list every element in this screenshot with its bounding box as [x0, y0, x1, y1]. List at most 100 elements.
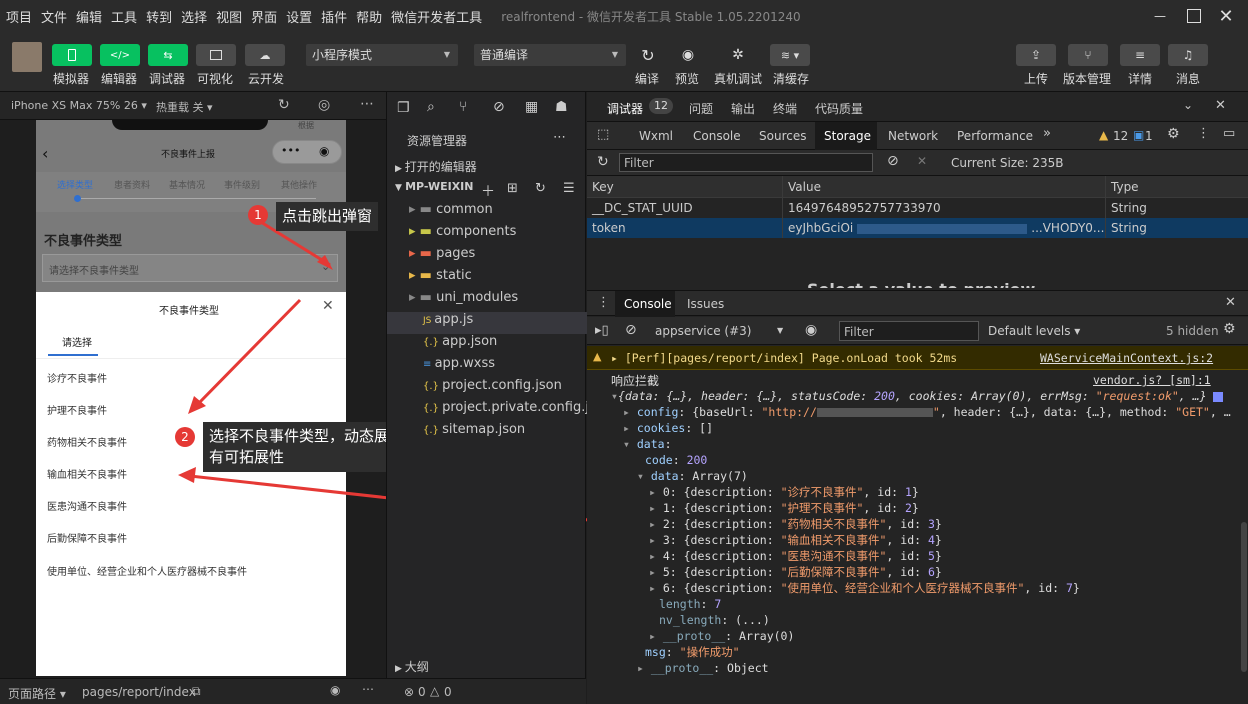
tree-item-app-js[interactable]: JS app.js [387, 312, 587, 334]
sidebar-toggle-icon[interactable]: ▸▯ [595, 323, 609, 338]
info-count: 1 [1145, 129, 1153, 143]
console-object-line[interactable]: ▾{data: {…}, header: {…}, statusCode: 20… [611, 388, 1224, 404]
console-object-line[interactable]: ▾ data: [623, 436, 672, 452]
refresh-icon[interactable]: ↻ [597, 154, 609, 170]
page-path-label[interactable]: 页面路径 ▾ [8, 685, 66, 702]
tree-item-project-private-config[interactable]: {.} project.private.config.js... [387, 400, 587, 422]
kebab-icon[interactable]: ⋮ [1197, 126, 1210, 141]
tab-issues[interactable]: 问题 [689, 100, 713, 117]
close-icon[interactable]: ✕ [1215, 98, 1226, 113]
inspect-icon[interactable]: ⬚ [597, 127, 609, 142]
open-editors-section[interactable]: ▶ 打开的编辑器 [387, 158, 587, 180]
tree-item-project-config[interactable]: {.} project.config.json [387, 378, 587, 400]
table-row[interactable]: token eyJhbGciOi ...VHODY0... String [587, 218, 1248, 238]
clear-icon[interactable]: ✕ [917, 154, 927, 168]
warning-icon[interactable]: △ [430, 684, 439, 698]
chevron-right-icon: ▶ [395, 664, 405, 674]
console-array-item[interactable]: ▸ 5: {description: "后勤保障不良事件", id: 6} [649, 564, 942, 580]
tree-item-label: project.private.config.js... [442, 400, 587, 415]
console-array-item[interactable]: ▸ 0: {description: "诊疗不良事件", id: 1} [649, 484, 919, 500]
console-array-item[interactable]: ▸ 6: {description: "使用单位、经营企业和个人医疗器械不良事件… [649, 580, 1080, 596]
col-value[interactable]: Value [783, 176, 1106, 198]
more-tabs-icon[interactable]: » [1043, 126, 1051, 141]
tab-code-quality[interactable]: 代码质量 [815, 100, 863, 117]
storage-filter-input[interactable]: Filter [619, 153, 873, 172]
perf-source-link[interactable]: WAServiceMainContext.js:2 [1040, 350, 1213, 366]
tab-network[interactable]: Network [888, 129, 938, 143]
console-object-line[interactable]: ▸ config: {baseUrl: "http://", header: {… [623, 404, 1231, 420]
debug-icon[interactable]: ⊘ [493, 99, 505, 115]
row-value: eyJhbGciOi ...VHODY0... [783, 218, 1106, 238]
docker-icon[interactable]: ☗ [555, 99, 568, 115]
table-row[interactable]: __DC_STAT_UUID 16497648952757733970 Stri… [587, 198, 1248, 218]
console-array-item[interactable]: ▸ 1: {description: "护理不良事件", id: 2} [649, 500, 919, 516]
more-icon[interactable]: ⋯ [362, 682, 374, 696]
hidden-count: 5 hidden [1166, 324, 1219, 338]
console-object-line[interactable]: ▸ __proto__: Object [637, 660, 769, 676]
error-icon[interactable]: ⊗ [404, 685, 414, 699]
new-folder-icon[interactable]: ⊞ [507, 181, 518, 196]
console-object-line[interactable]: ▸ cookies: [] [623, 420, 713, 436]
gear-icon[interactable]: ⚙ [1167, 126, 1180, 142]
tab-console[interactable]: Console [693, 129, 741, 143]
intercept-source-link[interactable]: vendor.js? [sm]:1 [1093, 372, 1211, 388]
context-select[interactable]: appservice (#3) ▼ [655, 321, 787, 341]
drawer-tab-issues[interactable]: Issues [687, 297, 724, 311]
gear-icon[interactable]: ⚙ [1223, 321, 1236, 337]
block-icon[interactable]: ⊘ [625, 322, 637, 338]
tree-item-static[interactable]: ▸ ▬ static [387, 268, 587, 290]
tab-debugger[interactable]: 调试器 [607, 100, 643, 117]
tab-output[interactable]: 输出 [731, 100, 755, 117]
console-filter-input[interactable]: Filter [839, 321, 979, 341]
tree-item-label: app.json [442, 334, 498, 349]
more-icon[interactable]: ⋯ [553, 130, 566, 145]
warning-count: 12 [1113, 129, 1129, 143]
tab-terminal[interactable]: 终端 [773, 100, 797, 117]
console-scrollbar[interactable] [1241, 522, 1247, 672]
tree-item-uni-modules[interactable]: ▸ ▬ uni_modules [387, 290, 587, 312]
console-warning-line[interactable]: ▲ ▸ [Perf][pages/report/index] Page.onLo… [587, 346, 1248, 370]
warning-icon: ▲ [593, 350, 602, 363]
drawer-tab-console[interactable]: Console [624, 297, 672, 311]
refresh-icon[interactable]: ↻ [535, 181, 546, 196]
outline-label: 大纲 [404, 660, 429, 674]
eye-icon[interactable]: ◉ [330, 683, 340, 697]
console-array-item[interactable]: ▸ 3: {description: "输血相关不良事件", id: 4} [649, 532, 942, 548]
tree-item-sitemap[interactable]: {.} sitemap.json [387, 422, 587, 444]
extensions-icon[interactable]: ▦ [525, 99, 538, 115]
chevron-down-icon[interactable]: ⌄ [1183, 98, 1193, 112]
new-file-icon[interactable]: ＋ [481, 181, 495, 201]
tab-wxml[interactable]: Wxml [639, 129, 673, 143]
console-object-line[interactable]: ▾ data: Array(7) [637, 468, 748, 484]
search-icon[interactable]: ⌕ [427, 99, 435, 115]
git-icon[interactable]: ⑂ [459, 99, 467, 115]
tree-item-components[interactable]: ▸ ▬ components [387, 224, 587, 246]
block-icon[interactable]: ⊘ [887, 153, 899, 169]
tree-item-app-json[interactable]: {.} app.json [387, 334, 587, 356]
log-levels-select[interactable]: Default levels ▾ [988, 324, 1080, 338]
kebab-icon[interactable]: ⋮ [597, 295, 610, 310]
close-icon[interactable]: ✕ [1225, 295, 1236, 310]
console-array-item[interactable]: ▸ 2: {description: "药物相关不良事件", id: 3} [649, 516, 942, 532]
project-section[interactable]: ▼ MP-WEIXIN ＋ ⊞ ↻ ☰ [387, 180, 587, 202]
tab-performance[interactable]: Performance [957, 129, 1033, 143]
collapse-icon[interactable]: ☰ [563, 181, 575, 196]
tab-sources[interactable]: Sources [759, 129, 806, 143]
tree-item-app-wxss[interactable]: ≡ app.wxss [387, 356, 587, 378]
copy-icon[interactable]: ⧉ [192, 684, 201, 699]
tab-storage[interactable]: Storage [824, 129, 871, 143]
files-icon[interactable]: ❐ [397, 100, 410, 116]
devtools-panel: 调试器 12 问题 输出 终端 代码质量 ⌄ ✕ ⬚ Wxml Console … [587, 92, 1248, 704]
dock-icon[interactable]: ▭ [1223, 126, 1235, 141]
outline-section[interactable]: ▶ 大纲 [387, 658, 587, 680]
tree-item-common[interactable]: ▸ ▬ common [387, 202, 587, 224]
col-type[interactable]: Type [1106, 176, 1248, 198]
tree-item-pages[interactable]: ▸ ▬ pages [387, 246, 587, 268]
console-array-item[interactable]: ▸ 4: {description: "医患沟通不良事件", id: 5} [649, 548, 942, 564]
folder-icon: ▸ ▬ [409, 268, 437, 283]
col-key[interactable]: Key [587, 176, 783, 198]
eye-icon[interactable]: ◉ [805, 322, 817, 338]
tree-item-label: static [436, 268, 472, 283]
console-drawer-tabs: ⋮ Console Issues ✕ [587, 290, 1248, 317]
console-object-line[interactable]: ▸ __proto__: Array(0) [649, 628, 794, 644]
